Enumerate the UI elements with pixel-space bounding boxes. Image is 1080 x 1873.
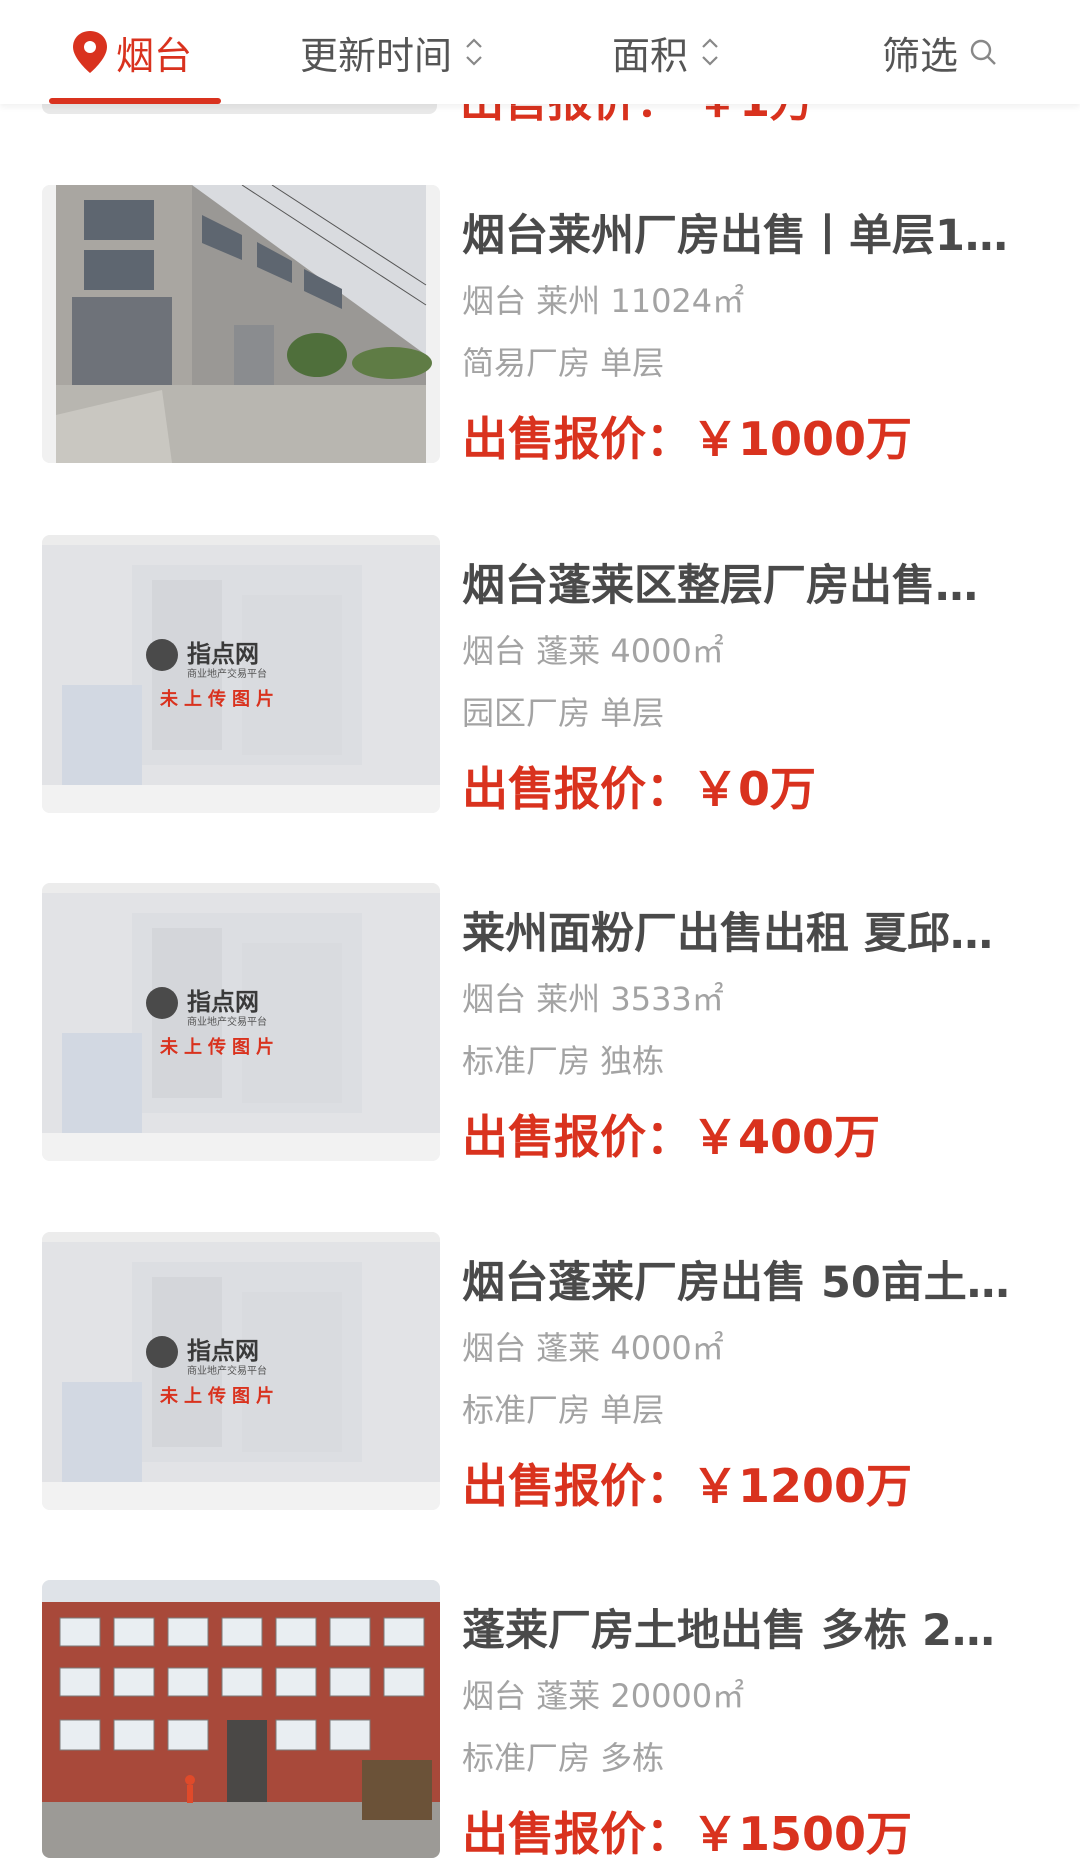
listing-item[interactable]: 指点网 商业地产交易平台 未上传图片 烟台蓬莱区整层厂房出售… 烟台 蓬莱 40…: [0, 535, 1080, 835]
listing-price: 出售报价：￥1500万: [462, 1806, 1032, 1862]
placeholder-tagline: 商业地产交易平台: [187, 1364, 267, 1377]
no-image-placeholder: 指点网 商业地产交易平台 未上传图片: [42, 1232, 440, 1510]
listing-thumbnail: 指点网 商业地产交易平台 未上传图片: [42, 1232, 440, 1510]
placeholder-tagline: 商业地产交易平台: [187, 667, 267, 680]
sort-updown-icon: [466, 38, 482, 66]
no-image-placeholder: 指点网 商业地产交易平台 未上传图片: [42, 883, 440, 1161]
listing-type: 标准厂房 多栋: [462, 1739, 665, 1777]
listing-item[interactable]: 蓬莱厂房土地出售 多栋 2… 烟台 蓬莱 20000㎡ 标准厂房 多栋 出售报价…: [0, 1580, 1080, 1873]
listing-location: 烟台 蓬莱 4000㎡: [462, 632, 724, 670]
listing-title: 烟台莱州厂房出售丨单层1…: [462, 211, 1008, 261]
price-value: ￥1200万: [692, 1459, 913, 1513]
listing-item[interactable]: 指点网 商业地产交易平台 未上传图片 烟台蓬莱厂房出售 50亩土… 烟台 蓬莱 …: [0, 1232, 1080, 1532]
listing-thumbnail: 指点网 商业地产交易平台 未上传图片: [42, 883, 440, 1161]
filter-button[interactable]: 筛选: [882, 0, 998, 104]
sort-time-label: 更新时间: [300, 33, 453, 78]
price-label: 出售报价：: [462, 762, 692, 816]
listing-location: 烟台 蓬莱 20000㎡: [462, 1677, 745, 1715]
location-pin-icon: [73, 31, 107, 73]
listing-type: 园区厂房 单层: [462, 694, 665, 732]
listing-location: 烟台 蓬莱 4000㎡: [462, 1329, 724, 1367]
placeholder-notice: 未上传图片: [160, 1385, 280, 1406]
listing-item[interactable]: 指点网 商业地产交易平台 未上传图片 莱州面粉厂出售出租 夏邱… 烟台 莱州 3…: [0, 883, 1080, 1183]
placeholder-notice: 未上传图片: [160, 1036, 280, 1057]
sort-area-label: 面积: [612, 33, 689, 78]
price-label: 出售报价：: [462, 412, 692, 466]
city-label: 烟台: [116, 33, 193, 78]
listing-type: 标准厂房 独栋: [462, 1042, 665, 1080]
filter-label: 筛选: [882, 33, 959, 78]
price-value: ￥1000万: [692, 412, 913, 466]
listing-info: 烟台蓬莱区整层厂房出售… 烟台 蓬莱 4000㎡ 园区厂房 单层 出售报价：￥0…: [462, 535, 1032, 817]
placeholder-brand: 指点网: [187, 1338, 259, 1365]
search-icon: [970, 39, 996, 65]
listing-thumbnail: [42, 185, 440, 463]
listing-info: 莱州面粉厂出售出租 夏邱… 烟台 莱州 3533㎡ 标准厂房 独栋 出售报价：￥…: [462, 883, 1032, 1165]
listing-type: 标准厂房 单层: [462, 1391, 665, 1429]
placeholder-notice: 未上传图片: [160, 688, 280, 709]
sort-by-area[interactable]: 面积: [612, 0, 722, 104]
listing-title: 烟台蓬莱区整层厂房出售…: [462, 561, 978, 611]
placeholder-tagline: 商业地产交易平台: [187, 1015, 267, 1028]
price-value: ￥0万: [692, 762, 817, 816]
no-image-placeholder: 指点网 商业地产交易平台 未上传图片: [42, 535, 440, 813]
placeholder-brand: 指点网: [187, 989, 259, 1016]
listing-item[interactable]: 烟台莱州厂房出售丨单层1… 烟台 莱州 11024㎡ 简易厂房 单层 出售报价：…: [0, 185, 1080, 485]
city-selector[interactable]: 烟台: [70, 0, 192, 104]
price-label: 出售报价：: [462, 1807, 692, 1861]
listing-title: 莱州面粉厂出售出租 夏邱…: [462, 909, 993, 959]
listing-page: 烟台 更新时间 面积 筛选 出售报价： ￥1万: [0, 0, 1080, 1873]
listing-location: 烟台 莱州 3533㎡: [462, 980, 724, 1018]
warehouse-photo: [42, 185, 440, 463]
building-photo: [42, 1580, 440, 1858]
listing-location: 烟台 莱州 11024㎡: [462, 282, 745, 320]
price-value: ￥1500万: [692, 1807, 913, 1861]
listing-title: 蓬莱厂房土地出售 多栋 2…: [462, 1606, 995, 1656]
listing-thumbnail: [42, 1580, 440, 1858]
listing-title: 烟台蓬莱厂房出售 50亩土…: [462, 1258, 1010, 1308]
listing-price: 出售报价：￥1000万: [462, 411, 1032, 467]
price-value: ￥400万: [692, 1110, 881, 1164]
listing-type: 简易厂房 单层: [462, 344, 665, 382]
sort-updown-icon: [702, 38, 718, 66]
price-label: 出售报价：: [462, 1110, 692, 1164]
listing-info: 烟台蓬莱厂房出售 50亩土… 烟台 蓬莱 4000㎡ 标准厂房 单层 出售报价：…: [462, 1232, 1032, 1514]
listing-price: 出售报价：￥400万: [462, 1109, 1032, 1165]
listing-info: 蓬莱厂房土地出售 多栋 2… 烟台 蓬莱 20000㎡ 标准厂房 多栋 出售报价…: [462, 1580, 1032, 1862]
price-label: 出售报价：: [462, 1459, 692, 1513]
active-tab-indicator: [49, 98, 221, 104]
listing-price: 出售报价：￥1200万: [462, 1458, 1032, 1514]
listing-thumbnail: 指点网 商业地产交易平台 未上传图片: [42, 535, 440, 813]
listing-price: 出售报价：￥0万: [462, 761, 1032, 817]
placeholder-brand: 指点网: [187, 641, 259, 668]
sort-by-update-time[interactable]: 更新时间: [300, 0, 486, 104]
filter-bar: 烟台 更新时间 面积 筛选: [0, 0, 1080, 104]
listing-info: 烟台莱州厂房出售丨单层1… 烟台 莱州 11024㎡ 简易厂房 单层 出售报价：…: [462, 185, 1032, 467]
